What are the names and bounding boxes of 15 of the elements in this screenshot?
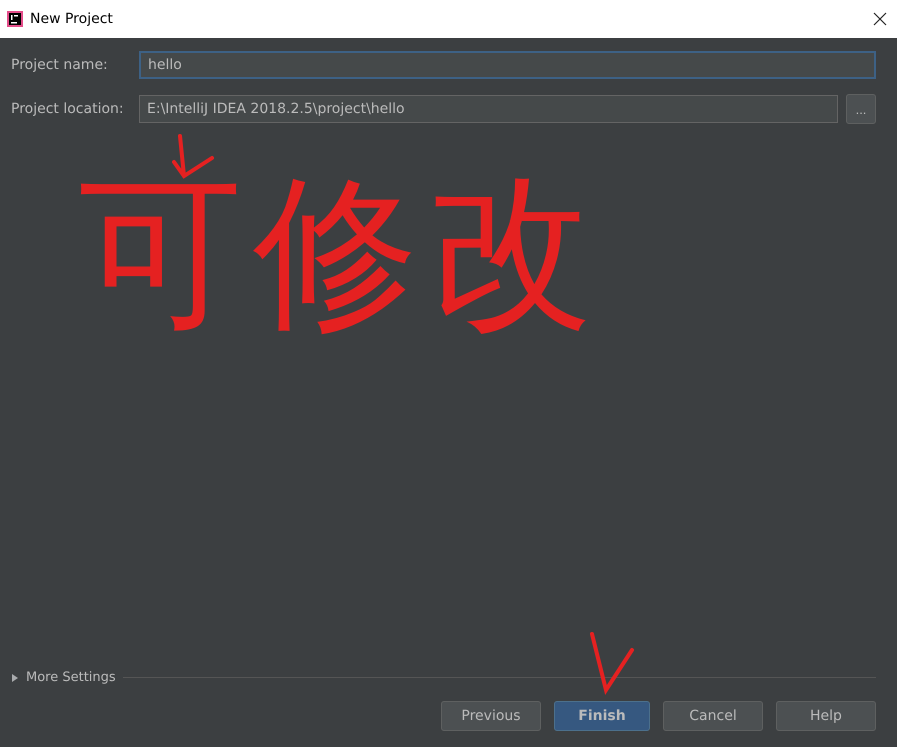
- field-label: Project location:: [11, 101, 125, 117]
- more-settings-toggle[interactable]: More Settings: [26, 670, 116, 685]
- expand-triangle-icon[interactable]: [11, 674, 19, 682]
- dialog-button[interactable]: Finish: [554, 701, 650, 731]
- close-icon[interactable]: [873, 12, 887, 26]
- handwritten-annotation: 可修改: [78, 170, 603, 335]
- text-field[interactable]: E:\IntelliJ IDEA 2018.2.5\project\hello: [139, 95, 838, 123]
- dialog-button[interactable]: Help: [776, 701, 876, 731]
- browse-button[interactable]: ...: [846, 94, 876, 124]
- text-field[interactable]: hello: [139, 51, 876, 79]
- dialog-button[interactable]: Cancel: [663, 701, 763, 731]
- app-icon: [7, 11, 23, 27]
- dialog-button[interactable]: Previous: [441, 701, 541, 731]
- field-label: Project name:: [11, 57, 109, 73]
- window-title: New Project: [30, 11, 113, 27]
